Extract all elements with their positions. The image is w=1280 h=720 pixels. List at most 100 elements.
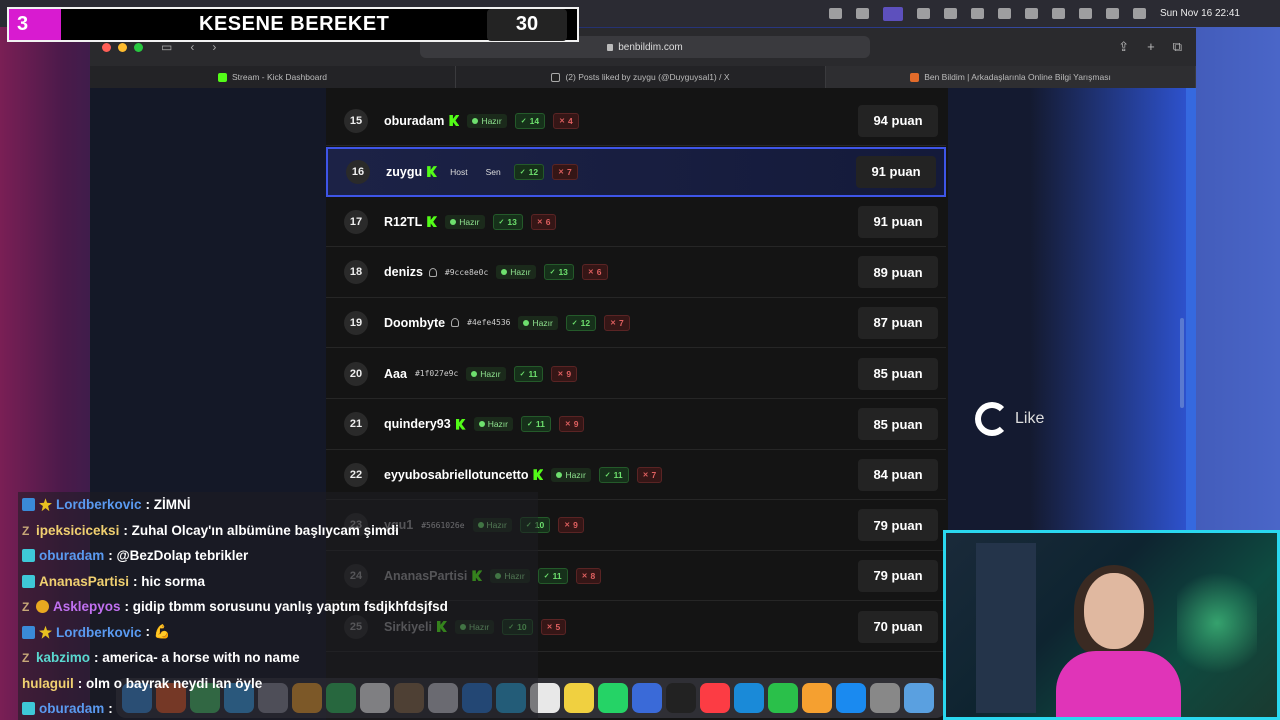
chat-text: : <box>108 701 113 717</box>
tab-kick-dashboard[interactable]: Stream - Kick Dashboard <box>90 66 456 88</box>
leaderboard-row[interactable]: 18 denizs #9cce8e0c Hazır 13 6 89 puan <box>326 248 946 298</box>
clock[interactable]: Sun Nov 16 22:41 <box>1160 8 1240 19</box>
tab-label: (2) Posts liked by zuygu (@Duyguysal1) /… <box>565 72 730 82</box>
status-icon[interactable] <box>916 8 930 19</box>
dock-app-icon[interactable] <box>700 683 730 713</box>
status-icon[interactable] <box>997 8 1011 19</box>
zoom-window-button[interactable] <box>134 42 143 52</box>
sidebar-icon[interactable]: ▭ <box>161 40 172 54</box>
player-score: 84 puan <box>858 458 938 491</box>
ready-badge: Hazır <box>445 214 485 229</box>
z-badge-icon: Z <box>22 651 30 666</box>
chat-username[interactable]: ipeksiciceksi <box>36 523 119 538</box>
chat-text: : Zuhal Olcay'ın albümüne başlıycam şimd… <box>123 522 399 538</box>
background-light <box>1177 563 1257 683</box>
chat-username[interactable]: oburadam <box>39 548 104 563</box>
dock-app-icon[interactable] <box>666 683 696 713</box>
lock-icon <box>607 43 614 51</box>
chat-username[interactable]: hulaguil <box>22 676 74 691</box>
control-center-icon[interactable] <box>1132 8 1146 19</box>
chat-username[interactable]: kabzimo <box>36 650 90 665</box>
status-icon[interactable] <box>828 8 842 19</box>
star-badge-icon <box>39 625 52 639</box>
leaderboard-row[interactable]: 16 zuygu Host Sen 12 7 91 puan <box>326 146 946 197</box>
dock-app-icon[interactable] <box>904 683 934 713</box>
wrong-count: 5 <box>540 618 567 635</box>
forward-icon[interactable]: › <box>212 40 216 54</box>
tab-bar: Stream - Kick Dashboard (2) Posts liked … <box>90 66 1196 88</box>
chat-text: : olm o bayrak neydi lan öyle <box>77 675 263 691</box>
streamer-body <box>1056 651 1181 717</box>
dock-app-icon[interactable] <box>734 683 764 713</box>
chat-username[interactable]: Asklepyos <box>53 599 121 614</box>
close-window-button[interactable] <box>102 42 111 52</box>
chat-username[interactable]: Lordberkovic <box>56 625 142 640</box>
chat-message: oburadam: <box>18 696 538 720</box>
chat-message: Lordberkovic: ZİMNİ <box>18 492 538 518</box>
share-icon[interactable]: ⇪ <box>1118 39 1129 55</box>
overlay-rank: 3 <box>9 9 61 40</box>
dock-app-icon[interactable] <box>598 683 628 713</box>
subscriber-badge-icon <box>22 549 35 563</box>
rank-number: 15 <box>344 108 368 133</box>
window-controls <box>102 42 143 52</box>
wrong-count: 7 <box>552 163 578 180</box>
new-tab-icon[interactable]: + <box>1147 39 1155 55</box>
leaderboard-row[interactable]: 15 oburadam Hazır 14 4 94 puan <box>326 96 946 146</box>
player-score: 94 puan <box>858 104 938 137</box>
chat-username[interactable]: oburadam <box>39 701 104 716</box>
kick-icon <box>533 469 544 481</box>
player-name: Aaa <box>384 366 407 381</box>
coin-badge-icon <box>36 600 49 614</box>
play-icon[interactable] <box>1024 8 1038 19</box>
rank-number: 22 <box>344 462 368 487</box>
dock-app-icon[interactable] <box>768 683 798 713</box>
leaderboard-row[interactable]: 19 Doombyte #4efe4536 Hazır 12 7 87 puan <box>326 298 946 349</box>
correct-count: 11 <box>513 365 544 382</box>
battery-icon[interactable] <box>1078 8 1092 19</box>
player-score: 85 puan <box>858 408 938 441</box>
rank-number: 17 <box>344 209 368 234</box>
dock-app-icon[interactable] <box>632 683 662 713</box>
tab-overview-icon[interactable]: ⧉ <box>1173 39 1182 55</box>
tab-benbildim[interactable]: Ben Bildim | Arkadaşlarınla Online Bilgi… <box>826 66 1196 88</box>
subscriber-badge-icon <box>22 702 35 716</box>
dock-app-icon[interactable] <box>870 683 900 713</box>
screen-share-icon[interactable] <box>882 6 903 21</box>
wrong-count: 8 <box>575 567 602 584</box>
player-score: 70 puan <box>858 610 938 643</box>
chat-username[interactable]: AnanasPartisi <box>39 574 129 589</box>
scrollbar[interactable] <box>1180 318 1184 408</box>
minimize-window-button[interactable] <box>118 42 127 52</box>
status-icon[interactable] <box>855 8 869 19</box>
player-score: 89 puan <box>858 256 938 289</box>
dock-app-icon[interactable] <box>836 683 866 713</box>
tab-x-likes[interactable]: (2) Posts liked by zuygu (@Duyguysal1) /… <box>456 66 826 88</box>
player-score: 87 puan <box>858 306 938 339</box>
correct-count: 11 <box>598 466 629 483</box>
leaderboard-row[interactable]: 21 quindery93 Hazır 11 9 85 puan <box>326 400 946 450</box>
correct-count: 12 <box>565 314 597 331</box>
player-name: eyyubosabriellotuncetto <box>384 467 529 482</box>
ready-badge: Hazır <box>496 265 536 280</box>
chat-text: : ZİMNİ <box>145 497 191 513</box>
ready-badge: Hazır <box>518 315 558 330</box>
correct-count: 13 <box>492 213 523 230</box>
leaderboard-row[interactable]: 17 R12TL Hazır 13 6 91 puan <box>326 197 946 248</box>
search-icon[interactable] <box>1105 8 1119 19</box>
status-icon[interactable] <box>943 8 957 19</box>
dock-app-icon[interactable] <box>564 683 594 713</box>
streamer-face <box>1084 573 1144 649</box>
leaderboard-row[interactable]: 20 Aaa #1f027e9c Hazır 11 9 85 puan <box>326 349 946 399</box>
back-icon[interactable]: ‹ <box>190 40 194 54</box>
chat-message: Lordberkovic: 💪 <box>18 620 538 646</box>
player-id: #1f027e9c <box>414 369 459 378</box>
dock-app-icon[interactable] <box>802 683 832 713</box>
bookshelf <box>976 543 1036 713</box>
status-icon[interactable] <box>970 8 984 19</box>
rank-number: 19 <box>344 310 368 335</box>
player-name: quindery93 <box>384 417 451 432</box>
correct-count: 11 <box>521 416 551 433</box>
chat-username[interactable]: Lordberkovic <box>56 497 142 512</box>
wifi-icon[interactable] <box>1051 8 1065 19</box>
